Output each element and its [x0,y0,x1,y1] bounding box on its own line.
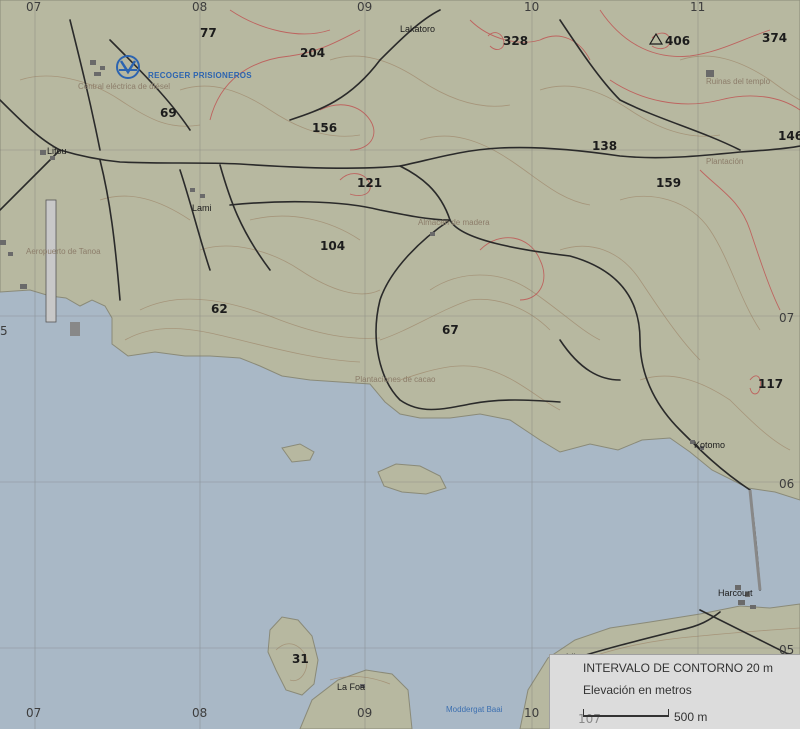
grid-label-bottom: 08 [192,706,208,720]
label-plantation: Plantación [706,157,744,166]
elevation-label: 138 [592,139,618,153]
grid-label-right: 07 [779,311,795,325]
grid-label-top: 11 [690,0,706,14]
label-cocoa-plantation: Plantaciones de cacao [355,375,436,384]
label-temple-ruins: Ruinas del templo [706,77,771,86]
legend-contour-interval: INTERVALO DE CONTORNO 20 m [583,661,774,675]
grid-label-bottom: 10 [524,706,540,720]
rescue-objective-icon[interactable] [114,53,142,81]
grid-label-top: 08 [192,0,208,14]
elevation-label: 121 [357,176,383,190]
scale-tick [583,709,584,717]
label-airport: Aeropuerto de Tanoa [26,247,101,256]
elevation-label: 77 [200,26,217,40]
grid-label-top: 07 [26,0,42,14]
elevation-label: 406 [665,34,691,48]
runway-end [70,322,80,336]
grid-label-left: 5 [0,324,8,338]
legend-elevation-unit: Elevación en metros [583,683,692,697]
label-lumber-warehouse: Almacén de madera [418,218,490,227]
place-lakatoro: Lakatoro [400,24,436,34]
elevation-label: 159 [656,176,682,190]
elevation-label: 146 [778,129,800,143]
place-lami: Lami [192,203,212,213]
elevation-label: 104 [320,239,346,253]
scale-tick [668,709,669,717]
label-bay: Moddergat Baai [446,705,503,714]
elevation-label: 67 [442,323,459,337]
place-kotomo: Kotomo [694,440,726,450]
grid-label-top: 10 [524,0,540,14]
place-la-foa: La Foa [337,682,366,692]
map-canvas [0,0,800,729]
elevation-label: 117 [758,377,784,391]
elevation-label: 374 [762,31,788,45]
mission-label[interactable]: RECOGER PRISIONEROS [148,71,252,80]
elevation-label: 69 [160,106,177,120]
elevation-label: 62 [211,302,228,316]
grid-label-top: 09 [357,0,373,14]
grid-label-right: 06 [779,477,795,491]
elevation-label: 31 [292,652,309,666]
scale-label: 500 m [674,710,708,724]
grid-label-bottom: 07 [26,706,42,720]
elevation-label: 204 [300,46,326,60]
elevation-label: 156 [312,121,338,135]
map-legend: INTERVALO DE CONTORNO 20 m Elevación en … [549,654,800,729]
elevation-label: 328 [503,34,529,48]
map-view[interactable]: RECOGER PRISIONEROS 07 08 09 10 11 07 08… [0,0,800,729]
grid-label-bottom: 09 [357,706,373,720]
place-lifou: Lifou [47,146,67,156]
airport-runway [45,199,57,323]
place-harcourt: Harcourt [718,588,753,598]
label-diesel-plant: Central eléctrica de diésel [78,82,171,91]
scale-bar [583,715,669,717]
